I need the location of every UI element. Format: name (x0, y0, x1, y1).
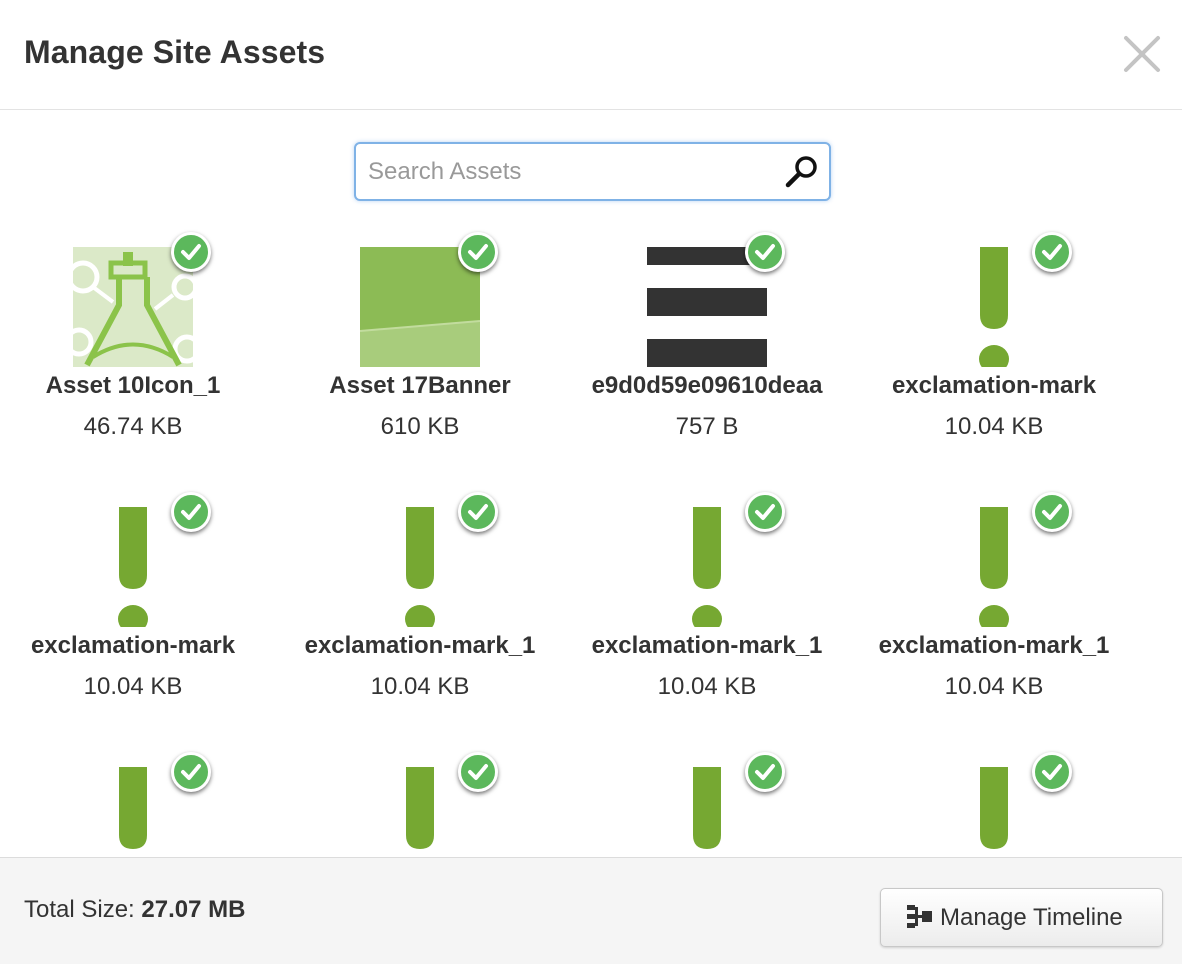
asset-name: Asset 17Banner (329, 372, 511, 399)
asset-size: 46.74 KB (83, 413, 183, 440)
asset-size: 10.04 KB (370, 673, 470, 700)
modal-header: Manage Site Assets (0, 0, 1182, 110)
asset-tile[interactable]: exclamation-mark 10.04 KB (0, 480, 268, 720)
manage-timeline-label: Manage Timeline (940, 904, 1123, 931)
asset-tile[interactable]: Asset 10Icon_1 46.74 KB (0, 220, 268, 460)
checkmark-icon[interactable] (171, 752, 211, 792)
page-title: Manage Site Assets (24, 34, 326, 70)
asset-size: 610 KB (380, 413, 460, 440)
asset-size: 10.04 KB (657, 673, 757, 700)
total-size-label: Total Size: (24, 896, 135, 923)
asset-tile[interactable]: exclamation-mark_1 10.04 KB (859, 480, 1129, 720)
total-size-value: 27.07 MB (141, 896, 246, 923)
asset-size: 757 B (675, 413, 739, 440)
asset-size: 10.04 KB (944, 413, 1044, 440)
asset-name: exclamation-mark_1 (878, 632, 1110, 659)
asset-name: exclamation-mark (891, 372, 1097, 399)
asset-tile[interactable] (859, 740, 1129, 857)
asset-tile[interactable]: e9d0d59e09610deaa 757 B (572, 220, 842, 460)
asset-name: Asset 10Icon_1 (45, 372, 221, 399)
checkmark-icon[interactable] (458, 232, 498, 272)
checkmark-icon[interactable] (745, 492, 785, 532)
asset-name: exclamation-mark_1 (304, 632, 536, 659)
asset-tile[interactable]: Asset 17Banner 610 KB (285, 220, 555, 460)
asset-size: 10.04 KB (944, 673, 1044, 700)
checkmark-icon[interactable] (458, 752, 498, 792)
asset-name: e9d0d59e09610deaa (591, 372, 823, 399)
asset-tile[interactable]: exclamation-mark_1 10.04 KB (285, 480, 555, 720)
search-input[interactable] (368, 154, 768, 190)
asset-size: 10.04 KB (83, 673, 183, 700)
asset-tile[interactable]: exclamation-mark_1 10.04 KB (572, 480, 842, 720)
asset-tile[interactable] (285, 740, 555, 857)
total-size: Total Size: 27.07 MB (24, 896, 245, 924)
checkmark-icon[interactable] (1032, 232, 1072, 272)
asset-name: exclamation-mark_1 (591, 632, 823, 659)
close-icon[interactable] (1118, 30, 1166, 78)
asset-grid: Asset 10Icon_1 46.74 KB Asset 17Banner 610 … (0, 220, 1182, 857)
checkmark-icon[interactable] (745, 232, 785, 272)
asset-name: exclamation-mark (30, 632, 236, 659)
checkmark-icon[interactable] (745, 752, 785, 792)
asset-tile[interactable] (0, 740, 268, 857)
checkmark-icon[interactable] (171, 232, 211, 272)
asset-tile[interactable] (572, 740, 842, 857)
checkmark-icon[interactable] (171, 492, 211, 532)
search-icon[interactable] (784, 154, 820, 190)
manage-timeline-button[interactable]: Manage Timeline (880, 888, 1163, 947)
checkmark-icon[interactable] (1032, 752, 1072, 792)
footer: Total Size: 27.07 MB Manage Timeline (0, 857, 1182, 964)
timeline-icon (907, 905, 933, 934)
search-box (354, 142, 831, 201)
checkmark-icon[interactable] (458, 492, 498, 532)
asset-tile[interactable]: exclamation-mark 10.04 KB (859, 220, 1129, 460)
checkmark-icon[interactable] (1032, 492, 1072, 532)
